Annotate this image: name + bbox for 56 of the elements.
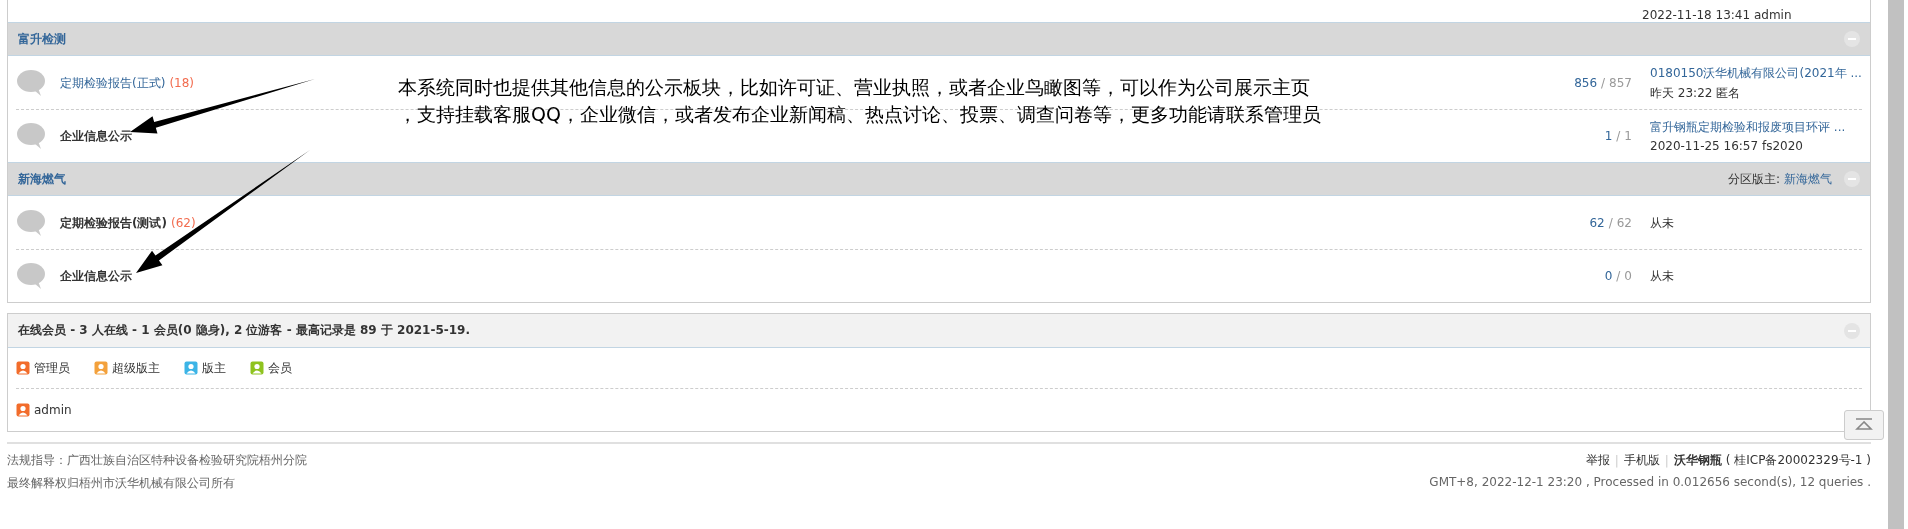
last-post-never: 从未 <box>1650 267 1675 285</box>
speech-bubble-icon <box>16 122 46 150</box>
collapse-icon[interactable] <box>1844 31 1860 47</box>
legend-label: 版主 <box>202 359 226 377</box>
last-post-title[interactable]: 富升钢瓶定期检验和报废项目环评 ... <box>1650 119 1862 136</box>
collapse-icon[interactable] <box>1844 322 1860 339</box>
separator: | <box>1664 453 1669 468</box>
moderator-label: 分区版主: <box>1727 170 1780 188</box>
slash: / <box>1616 269 1621 283</box>
slash: / <box>1608 216 1613 230</box>
category-title[interactable]: 新海燃气 <box>18 170 1728 188</box>
back-to-top-button[interactable] <box>1844 410 1884 440</box>
forum-name[interactable]: 定期检验报告(测试) <box>60 214 167 232</box>
online-title: 在线会员 - 3 人在线 - 1 会员(0 隐身), 2 位游客 - 最高记录是 89 于 2021-5-19. <box>18 322 472 339</box>
footer-link[interactable]: 手机版 <box>1623 452 1660 469</box>
category-title[interactable]: 富升检测 <box>18 30 1844 48</box>
scrollbar[interactable] <box>1888 0 1904 529</box>
post-count: 0 <box>1624 269 1632 283</box>
today-count: (18) <box>169 76 194 90</box>
last-post-meta: 昨天 23:22 匿名 <box>1650 84 1742 102</box>
forum-name[interactable]: 企业信息公示 <box>60 127 132 145</box>
legend-label: 管理员 <box>34 359 70 377</box>
annotation-text: ，支持挂载客服QQ，企业微信，或者发布企业新闻稿、热点讨论、投票、调查问卷等，更多功能请联系管理员 <box>398 102 1321 127</box>
speech-bubble-icon <box>16 262 46 290</box>
thread-count: 856 <box>1574 76 1598 90</box>
speech-bubble-icon <box>16 209 46 237</box>
thread-count: 62 <box>1589 216 1605 230</box>
user-name[interactable]: admin <box>34 403 72 417</box>
post-count: 857 <box>1609 76 1632 90</box>
last-post-meta: 2020-11-25 16:57 fs2020 <box>1650 139 1804 153</box>
slash: / <box>1601 76 1606 90</box>
footer-link[interactable]: 沃华钢瓶 <box>1673 452 1722 469</box>
post-count: 1 <box>1624 129 1632 143</box>
speech-bubble-icon <box>16 69 46 97</box>
footer-text: 最终解释权归梧州市沃华机械有限公司所有 <box>7 475 235 492</box>
footer-text: 法规指导：广西壮族自治区特种设备检验研究院梧州分院 <box>7 452 307 469</box>
icp-link[interactable]: ( 桂ICP备20002329号-1 ) <box>1725 452 1871 469</box>
today-count: (62) <box>170 216 196 230</box>
footer-link[interactable]: 举报 <box>1585 452 1610 469</box>
forum-name[interactable]: 定期检验报告(正式) <box>60 74 166 92</box>
legend-label: 超级版主 <box>112 359 160 377</box>
moderator-link[interactable]: 新海燃气 <box>1784 170 1832 188</box>
legend-label: 会员 <box>268 359 292 377</box>
footer-stats: GMT+8, 2022-12-1 23:20 , Processed in 0.012656 second(s), 12 queries . <box>1429 475 1871 489</box>
post-count: 62 <box>1616 216 1632 230</box>
annotation-text: 本系统同时也提供其他信息的公示板块，比如许可证、营业执照，或者企业鸟瞰图等，可以作为公司展示主页 <box>398 75 1311 100</box>
separator: | <box>1614 453 1619 468</box>
thread-count: 0 <box>1604 269 1613 283</box>
forum-name[interactable]: 企业信息公示 <box>60 267 132 285</box>
collapse-icon[interactable] <box>1844 171 1860 187</box>
slash: / <box>1616 129 1621 143</box>
last-post-never: 从未 <box>1650 214 1675 232</box>
last-post-meta: 2022-11-18 13:41 admin <box>1642 8 1793 22</box>
thread-count: 1 <box>1604 129 1613 143</box>
last-post-title[interactable]: 0180150沃华机械有限公司(2021年 ... <box>1650 64 1862 82</box>
back-to-top-icon <box>1854 417 1874 433</box>
